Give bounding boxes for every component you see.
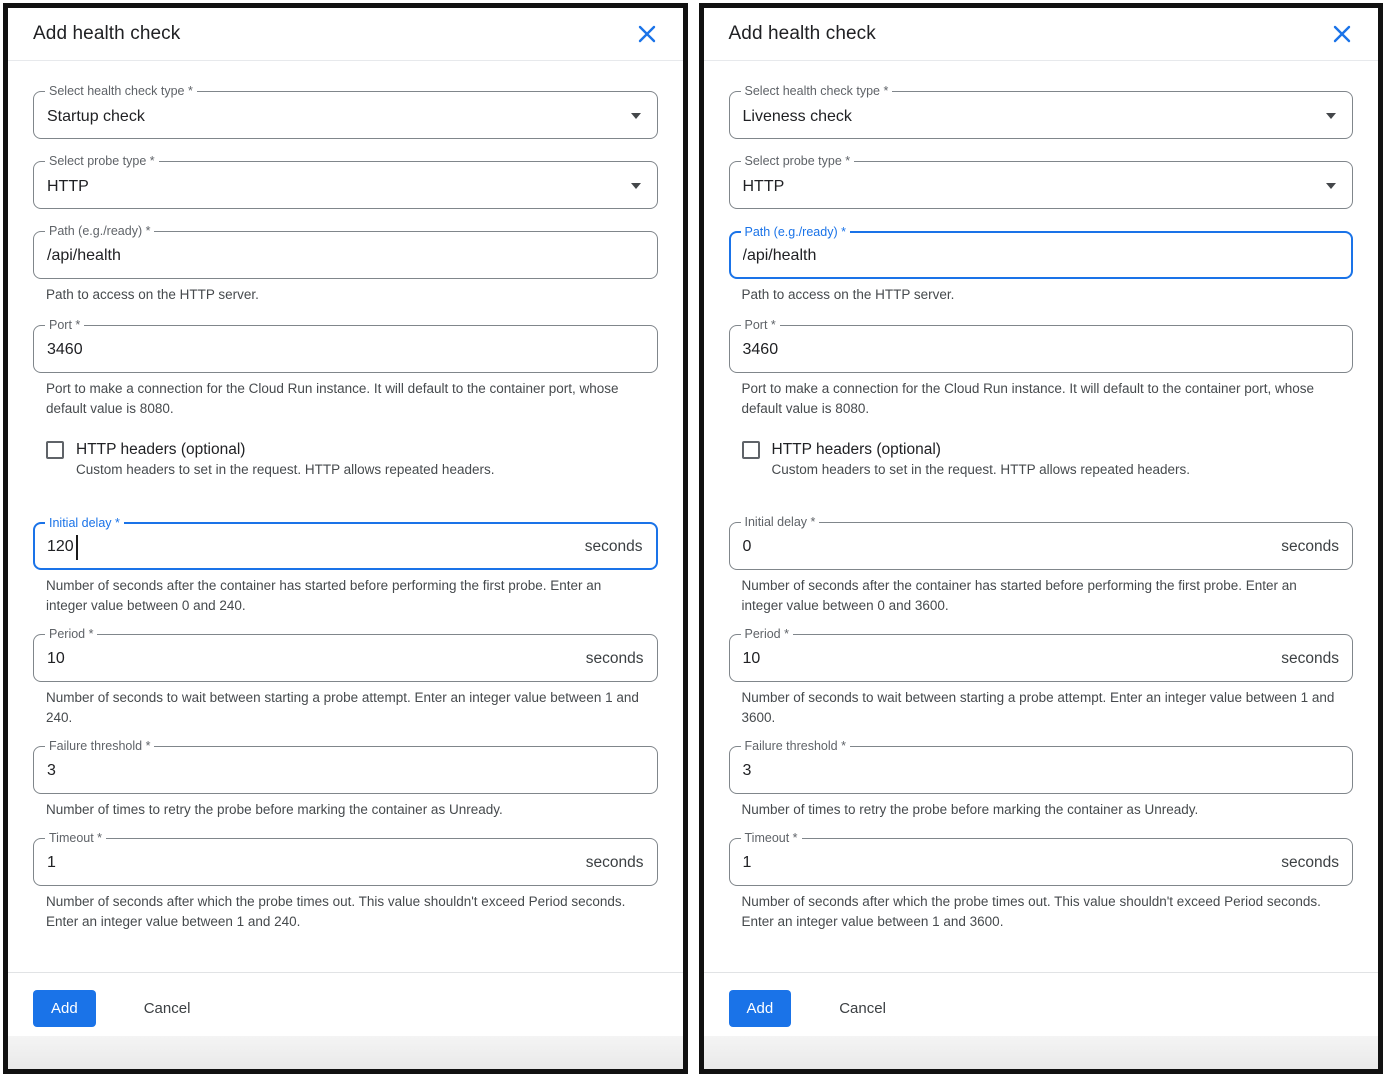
text-cursor (76, 535, 78, 560)
add-button[interactable]: Add (729, 990, 792, 1027)
http-headers-label: HTTP headers (optional) (76, 439, 494, 460)
initial-delay-field: Initial delay * seconds (33, 522, 658, 570)
failure-threshold-field: Failure threshold * (729, 746, 1354, 794)
close-button[interactable] (636, 23, 658, 45)
failure-threshold-helper: Number of times to retry the probe befor… (46, 800, 646, 820)
timeout-field: Timeout * seconds (33, 838, 658, 886)
port-field: Port * (33, 325, 658, 373)
period-field: Period * seconds (33, 634, 658, 682)
health-check-type-select[interactable]: Select health check type * Startup check (33, 91, 658, 139)
chevron-down-icon (1326, 113, 1336, 119)
seconds-suffix: seconds (1281, 852, 1339, 872)
initial-delay-input[interactable] (730, 523, 1353, 569)
failure-threshold-field: Failure threshold * (33, 746, 658, 794)
port-field: Port * (729, 325, 1354, 373)
period-label: Period * (741, 626, 793, 643)
path-field: Path (e.g./ready) * (33, 231, 658, 279)
dialog-header: Add health check (8, 8, 683, 61)
dialog-title: Add health check (729, 23, 876, 45)
close-icon (638, 25, 656, 43)
path-label: Path (e.g./ready) * (741, 224, 850, 241)
initial-delay-field: Initial delay * seconds (729, 522, 1354, 570)
port-label: Port * (45, 317, 84, 334)
timeout-label: Timeout * (45, 830, 106, 847)
seconds-suffix: seconds (585, 536, 643, 556)
failure-threshold-label: Failure threshold * (45, 738, 154, 755)
dialog-form: Select health check type * Startup check… (8, 61, 683, 1036)
timeout-input[interactable] (34, 839, 657, 885)
port-input[interactable] (34, 326, 657, 372)
http-headers-checkbox[interactable] (46, 441, 64, 459)
period-input[interactable] (730, 635, 1353, 681)
failure-threshold-helper: Number of times to retry the probe befor… (742, 800, 1342, 820)
initial-delay-input[interactable] (35, 524, 656, 568)
http-headers-helper: Custom headers to set in the request. HT… (76, 460, 494, 480)
period-label: Period * (45, 626, 97, 643)
http-headers-row: HTTP headers (optional) Custom headers t… (742, 439, 1354, 480)
add-button[interactable]: Add (33, 990, 96, 1027)
dialog-liveness-check: Add health check Select health check typ… (699, 3, 1384, 1074)
http-headers-helper: Custom headers to set in the request. HT… (772, 460, 1190, 480)
health-check-type-label: Select health check type * (45, 83, 197, 100)
actions-row: Add Cancel (729, 990, 1354, 1027)
timeout-input[interactable] (730, 839, 1353, 885)
chevron-down-icon (631, 183, 641, 189)
path-field: Path (e.g./ready) * (729, 231, 1354, 279)
port-helper: Port to make a connection for the Cloud … (46, 379, 646, 419)
dialog-form: Select health check type * Liveness chec… (704, 61, 1379, 1036)
http-headers-row: HTTP headers (optional) Custom headers t… (46, 439, 658, 480)
actions-row: Add Cancel (33, 990, 658, 1027)
period-input[interactable] (34, 635, 657, 681)
port-label: Port * (741, 317, 780, 334)
backdrop-strip (704, 1036, 1379, 1069)
seconds-suffix: seconds (586, 852, 644, 872)
cancel-button[interactable]: Cancel (144, 1000, 191, 1017)
actions-divider (704, 972, 1379, 973)
initial-delay-helper: Number of seconds after the container ha… (742, 576, 1342, 616)
period-field: Period * seconds (729, 634, 1354, 682)
initial-delay-label: Initial delay * (45, 515, 124, 532)
http-headers-checkbox[interactable] (742, 441, 760, 459)
health-check-type-select[interactable]: Select health check type * Liveness chec… (729, 91, 1354, 139)
timeout-helper: Number of seconds after which the probe … (46, 892, 646, 932)
dialog-startup-check: Add health check Select health check typ… (3, 3, 688, 1074)
path-label: Path (e.g./ready) * (45, 223, 154, 240)
period-helper: Number of seconds to wait between starti… (46, 688, 646, 728)
screenshot-canvas: Add health check Select health check typ… (0, 0, 1386, 1077)
probe-type-select[interactable]: Select probe type * HTTP (729, 161, 1354, 209)
initial-delay-label: Initial delay * (741, 514, 820, 531)
close-button[interactable] (1331, 23, 1353, 45)
seconds-suffix: seconds (1281, 536, 1339, 556)
timeout-label: Timeout * (741, 830, 802, 847)
http-headers-label: HTTP headers (optional) (772, 439, 1190, 460)
chevron-down-icon (631, 113, 641, 119)
health-check-type-label: Select health check type * (741, 83, 893, 100)
dialog-header: Add health check (704, 8, 1379, 61)
failure-threshold-label: Failure threshold * (741, 738, 850, 755)
port-helper: Port to make a connection for the Cloud … (742, 379, 1342, 419)
probe-type-select[interactable]: Select probe type * HTTP (33, 161, 658, 209)
timeout-helper: Number of seconds after which the probe … (742, 892, 1342, 932)
period-helper: Number of seconds to wait between starti… (742, 688, 1342, 728)
initial-delay-helper: Number of seconds after the container ha… (46, 576, 646, 616)
timeout-field: Timeout * seconds (729, 838, 1354, 886)
dialog-title: Add health check (33, 23, 180, 45)
probe-type-label: Select probe type * (45, 153, 159, 170)
path-helper: Path to access on the HTTP server. (742, 285, 1342, 305)
backdrop-strip (8, 1036, 683, 1069)
probe-type-label: Select probe type * (741, 153, 855, 170)
chevron-down-icon (1326, 183, 1336, 189)
port-input[interactable] (730, 326, 1353, 372)
seconds-suffix: seconds (586, 648, 644, 668)
path-helper: Path to access on the HTTP server. (46, 285, 646, 305)
seconds-suffix: seconds (1281, 648, 1339, 668)
actions-divider (8, 972, 683, 973)
cancel-button[interactable]: Cancel (839, 1000, 886, 1017)
close-icon (1333, 25, 1351, 43)
